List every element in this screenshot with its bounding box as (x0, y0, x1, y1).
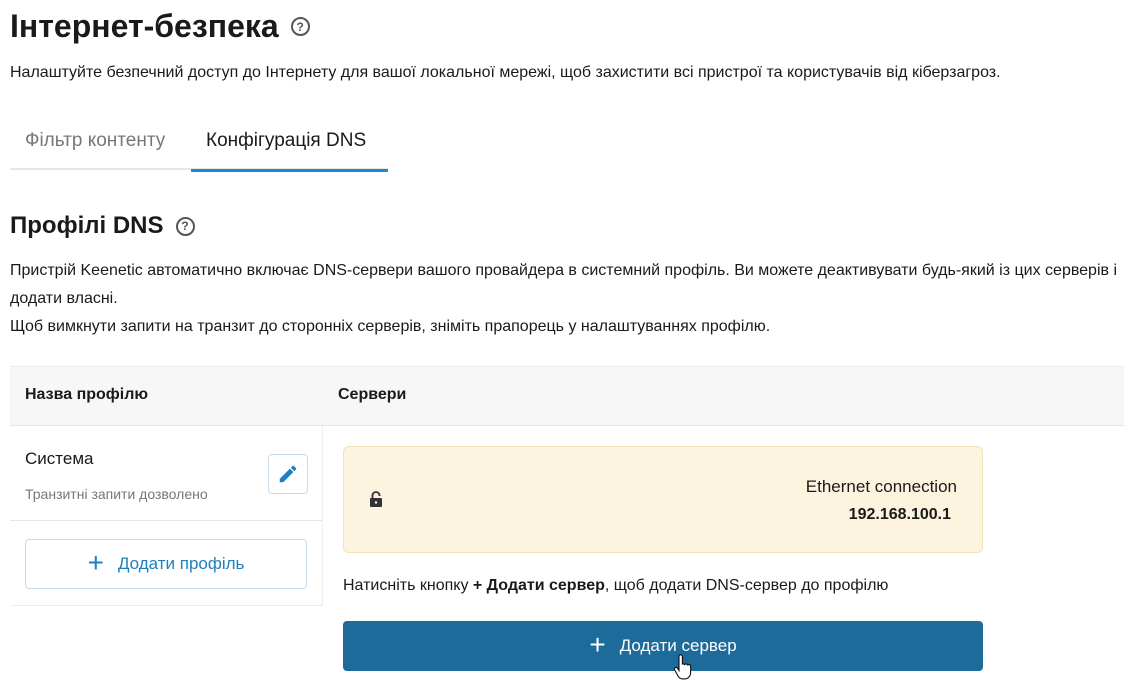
add-server-label: Додати сервер (619, 636, 737, 655)
question-circle-icon[interactable]: ? (175, 216, 195, 236)
tab-bar: Фільтр контенту Конфігурація DNS (10, 118, 388, 172)
lock-icon (370, 491, 382, 507)
hand-cursor-icon (673, 654, 692, 680)
question-circle-icon[interactable]: ? (290, 17, 310, 36)
column-header-servers: Сервери (338, 386, 407, 403)
pencil-icon (279, 465, 297, 483)
tab-dns-config[interactable]: Конфігурація DNS (191, 118, 388, 172)
page-title: Інтернет-безпека ? (10, 8, 310, 45)
profile-list: Система Транзитні запити дозволено + Дод… (10, 426, 323, 606)
add-profile-label: Додати профіль (117, 554, 245, 573)
section-description-line: Пристрій Keenetic автоматично включає DN… (10, 262, 1118, 307)
hint-suffix: , щоб додати DNS-сервер до профілю (604, 577, 889, 594)
server-name: Ethernet connection (805, 477, 957, 496)
section-description: Пристрій Keenetic автоматично включає DN… (10, 257, 1125, 341)
column-header-profile: Назва профілю (25, 386, 149, 403)
profile-status: Транзитні запити дозволено (25, 486, 208, 502)
page-title-text: Інтернет-безпека (10, 8, 279, 44)
hint-prefix: Натисніть кнопку (343, 577, 473, 594)
add-profile-button[interactable]: + Додати профіль (25, 539, 307, 589)
tab-content-filter[interactable]: Фільтр контенту (10, 118, 191, 170)
server-ip: 192.168.100.1 (848, 506, 951, 523)
edit-profile-button[interactable] (268, 454, 308, 494)
section-description-line: Щоб вимкнути запити на транзит до сторон… (10, 318, 771, 335)
page-description: Налаштуйте безпечний доступ до Інтернету… (10, 64, 1001, 81)
plus-icon: + (589, 628, 606, 660)
profile-name: Система (25, 449, 94, 468)
plus-icon: + (87, 546, 104, 578)
table-header: Назва профілю Сервери (10, 366, 1124, 426)
hint-bold: + Додати сервер (472, 577, 605, 594)
profile-item[interactable]: Система Транзитні запити дозволено (10, 426, 322, 521)
section-title-text: Профілі DNS (10, 212, 164, 239)
add-server-hint: Натисніть кнопку + Додати сервер, щоб до… (343, 577, 888, 595)
section-title: Профілі DNS ? (10, 212, 195, 240)
dns-server-card[interactable]: Ethernet connection 192.168.100.1 (343, 446, 983, 553)
add-server-button[interactable]: + Додати сервер (343, 621, 983, 671)
